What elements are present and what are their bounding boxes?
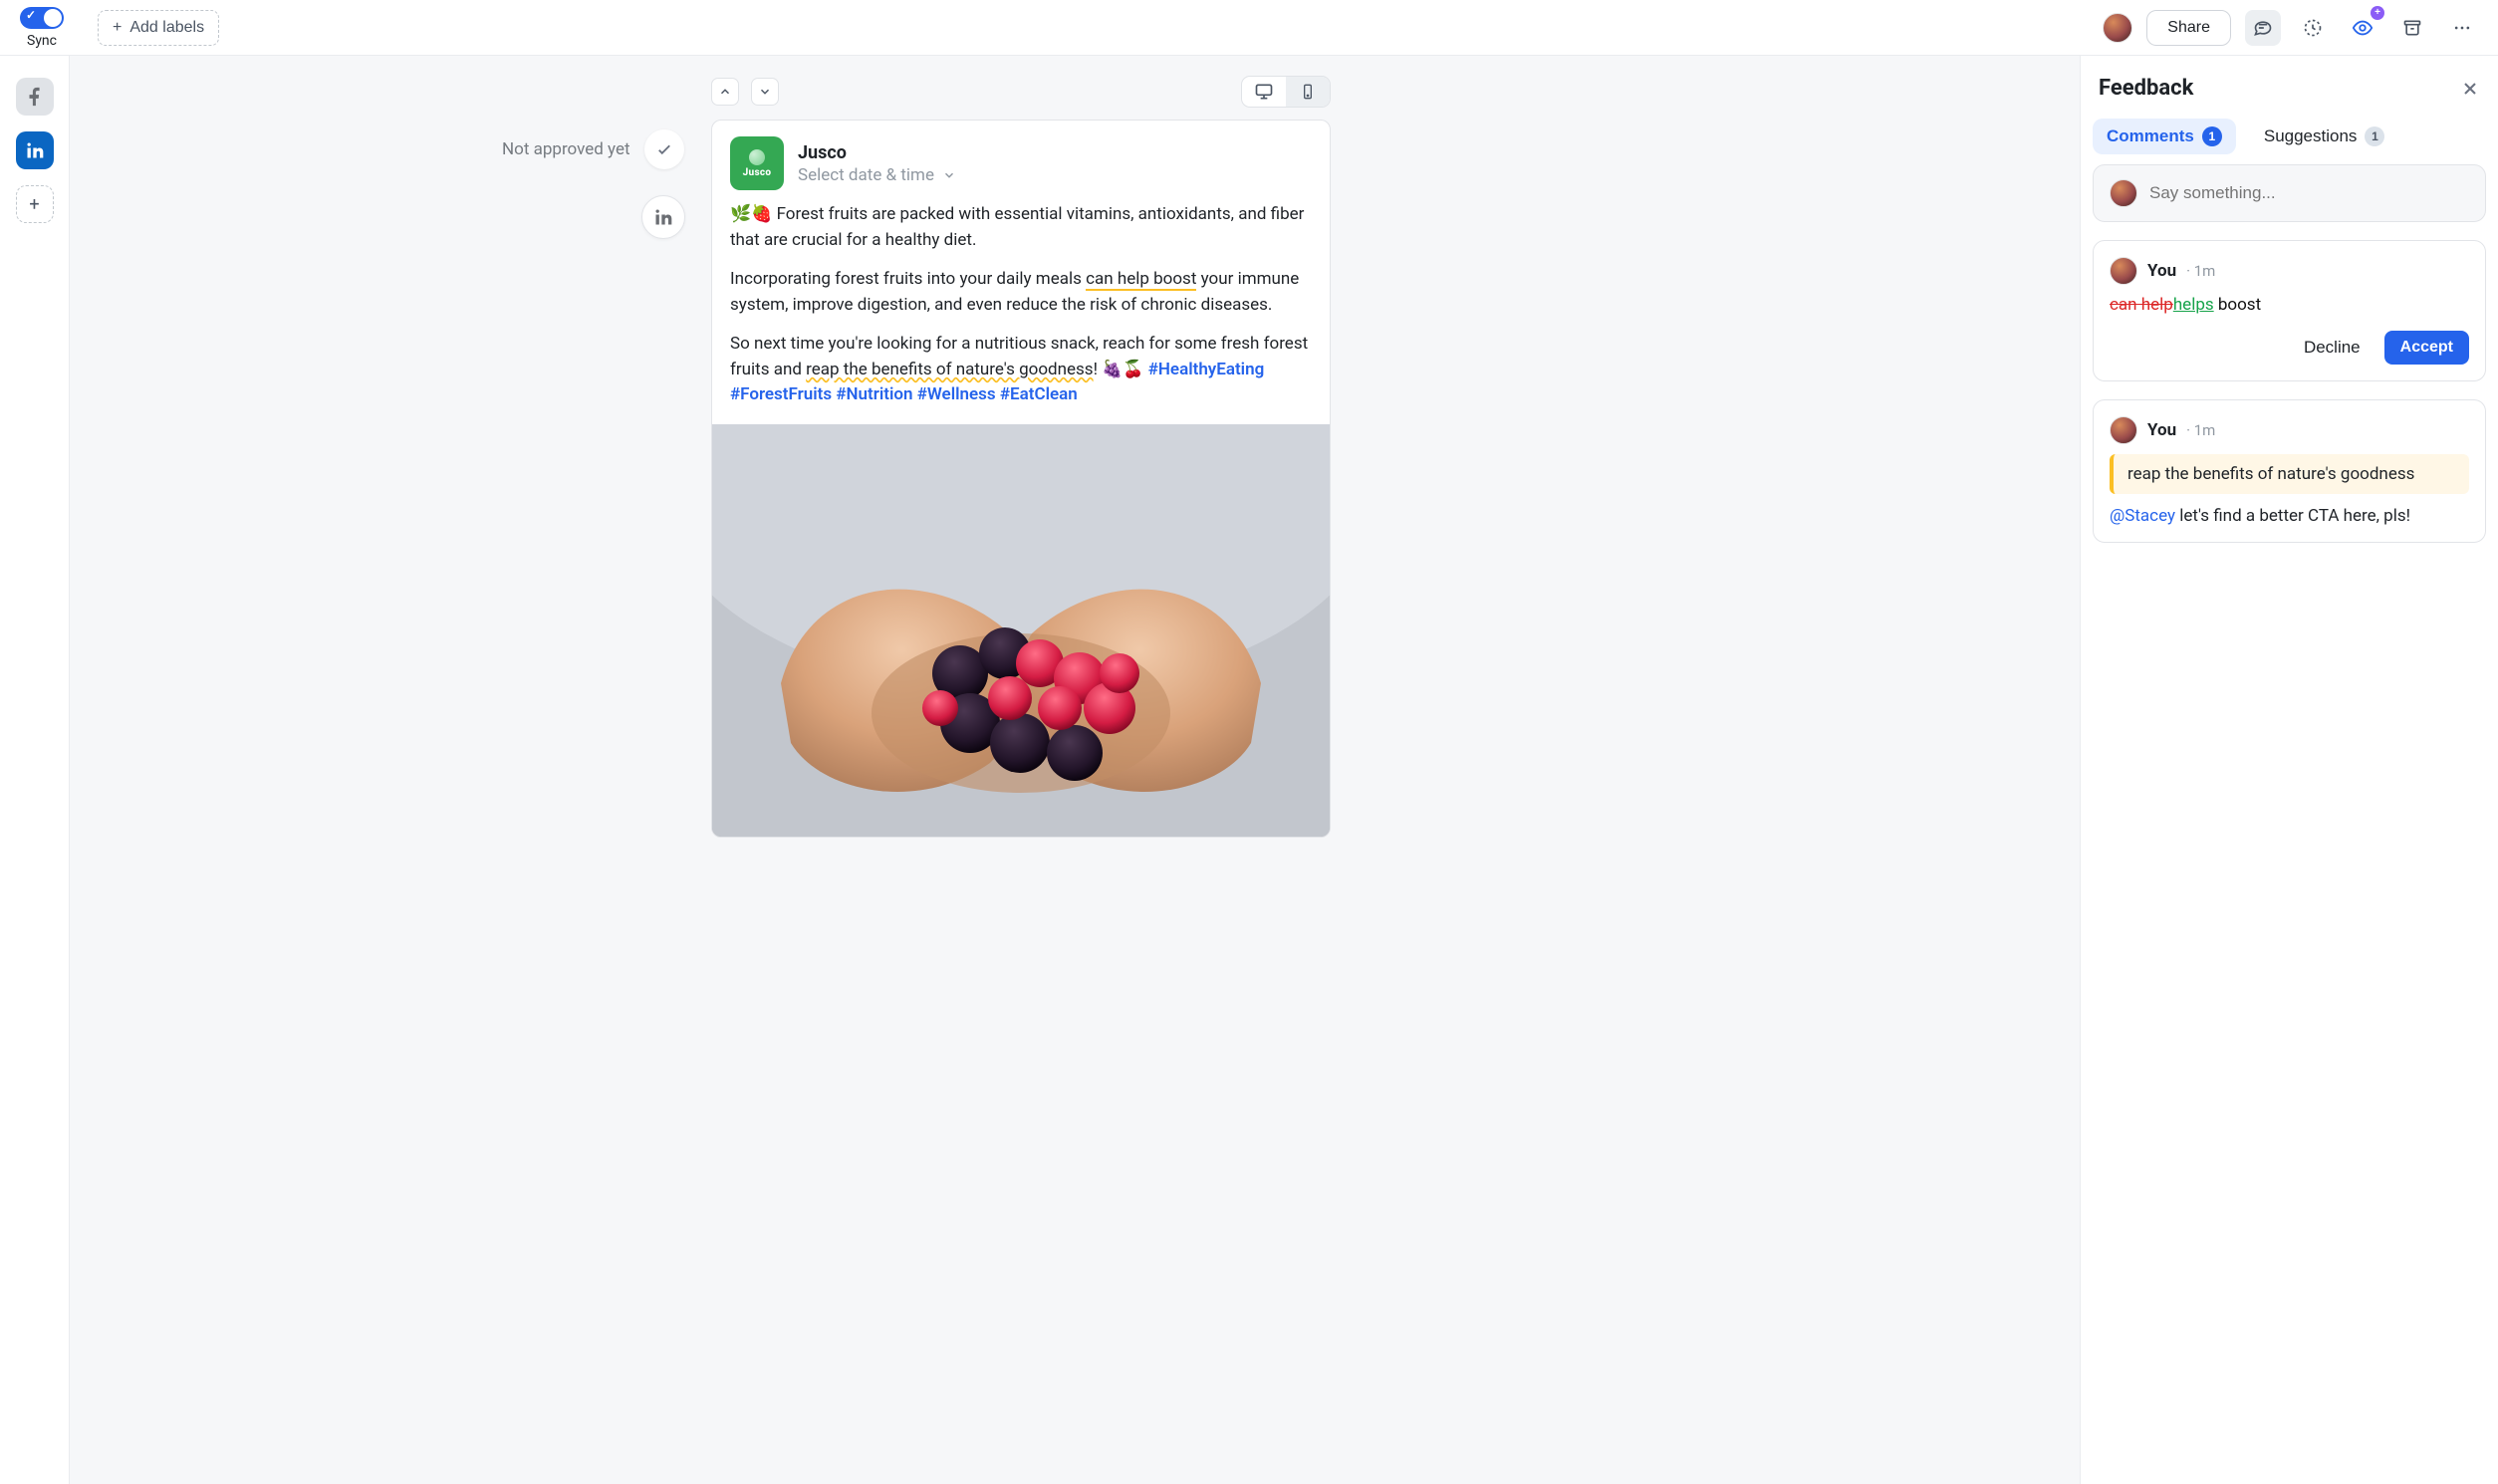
prev-post-button[interactable]: [711, 78, 739, 106]
post-body[interactable]: 🌿🍓 Forest fruits are packed with essenti…: [712, 196, 1330, 424]
avatar: [2110, 179, 2137, 207]
feedback-tabs: Comments 1 Suggestions 1: [2081, 109, 2498, 164]
tab-suggestions[interactable]: Suggestions 1: [2250, 119, 2399, 154]
comment-author: You: [2147, 420, 2176, 440]
approve-button[interactable]: [644, 129, 684, 169]
desktop-view-button[interactable]: [1242, 77, 1286, 107]
comment-quote: reap the benefits of nature's goodness: [2110, 454, 2469, 494]
comment-card: You · 1m reap the benefits of nature's g…: [2093, 399, 2486, 543]
post-toolbar: [711, 76, 1331, 108]
mention[interactable]: @Stacey: [2110, 506, 2175, 526]
approval-status: Not approved yet: [502, 139, 630, 159]
suggestion-highlight-1[interactable]: can help boost: [1086, 269, 1196, 291]
topbar-right: Share +: [2103, 10, 2480, 46]
close-icon: [2460, 79, 2480, 99]
comment-body: @Stacey let's find a better CTA here, pl…: [2110, 506, 2469, 526]
archive-icon[interactable]: [2394, 10, 2430, 46]
date-picker[interactable]: Select date & time: [798, 165, 956, 185]
comment-meta: · 1m: [2186, 421, 2215, 439]
avatar: [2110, 257, 2137, 285]
sync-label: Sync: [27, 33, 57, 49]
plus-badge: +: [2371, 6, 2384, 20]
left-rail: +: [0, 56, 70, 1484]
add-labels-text: Add labels: [129, 19, 204, 37]
add-labels-button[interactable]: + Add labels: [98, 10, 219, 46]
post-para1: Forest fruits are packed with essential …: [730, 204, 1304, 250]
topbar: Sync + Add labels Share +: [0, 0, 2498, 56]
share-button[interactable]: Share: [2146, 10, 2231, 46]
suggestion-card: You · 1m can helphelps boost Decline Acc…: [2093, 240, 2486, 381]
comments-count: 1: [2202, 126, 2222, 146]
date-placeholder: Select date & time: [798, 165, 934, 185]
feedback-title: Feedback: [2099, 76, 2193, 101]
canvas-inner: Not approved yet: [711, 56, 1647, 1484]
avatar[interactable]: [2103, 13, 2132, 43]
history-icon[interactable]: [2295, 10, 2331, 46]
brand-name: Jusco: [798, 142, 956, 163]
comment-author: You: [2147, 261, 2176, 281]
post-image: [712, 424, 1330, 837]
comment-input-box[interactable]: [2093, 164, 2486, 222]
plus-icon: +: [113, 19, 122, 37]
device-toggle: [1241, 76, 1331, 108]
chat-icon[interactable]: [2245, 10, 2281, 46]
post-header: Jusco Jusco Select date & time: [712, 121, 1330, 196]
suggestion-text: can helphelps boost: [2110, 295, 2469, 315]
visibility-icon[interactable]: +: [2345, 10, 2380, 46]
avatar: [2110, 416, 2137, 444]
facebook-channel-button[interactable]: [16, 78, 54, 116]
approval-row: Not approved yet: [502, 129, 684, 169]
linkedin-channel-button[interactable]: [16, 131, 54, 169]
comment-meta: · 1m: [2186, 262, 2215, 280]
next-post-button[interactable]: [751, 78, 779, 106]
close-feedback-button[interactable]: [2460, 79, 2480, 99]
brand-logo: Jusco: [730, 136, 784, 190]
chevron-down-icon: [942, 168, 956, 182]
canvas: Not approved yet: [70, 56, 2080, 1484]
add-channel-button[interactable]: +: [16, 185, 54, 223]
feedback-panel: Feedback Comments 1 Suggestions 1: [2080, 56, 2498, 1484]
accept-button[interactable]: Accept: [2384, 331, 2469, 365]
decline-button[interactable]: Decline: [2294, 331, 2371, 365]
sync-toggle[interactable]: [20, 7, 64, 29]
more-icon[interactable]: [2444, 10, 2480, 46]
suggestions-count: 1: [2365, 126, 2384, 146]
comment-input[interactable]: [2149, 183, 2469, 203]
main: + Not approved yet: [0, 56, 2498, 1484]
sync-group: Sync: [12, 7, 72, 49]
comment-highlight[interactable]: reap the benefits of nature's goodness: [806, 360, 1093, 379]
mobile-view-button[interactable]: [1286, 77, 1330, 107]
post-emoji: 🌿🍓: [730, 204, 772, 224]
post-card: Jusco Jusco Select date & time 🌿🍓 Forest…: [711, 120, 1331, 838]
tab-comments[interactable]: Comments 1: [2093, 119, 2236, 154]
floating-linkedin-button[interactable]: [641, 195, 685, 239]
